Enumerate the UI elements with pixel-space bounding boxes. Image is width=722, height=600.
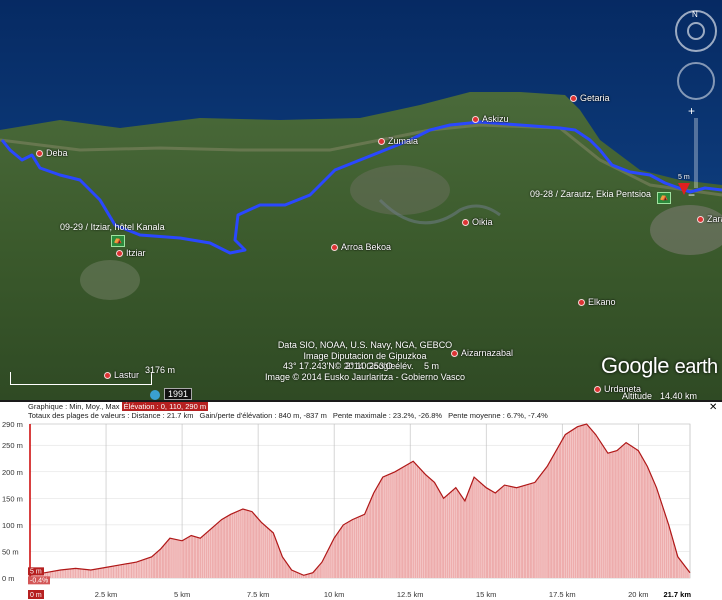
clock-icon	[150, 389, 160, 400]
place-elkano[interactable]: Elkano	[578, 297, 616, 307]
map-view[interactable]: Deba Zumaia Askizu Getaria Oikia Arroa B…	[0, 0, 722, 400]
place-zumaia[interactable]: Zumaia	[378, 136, 418, 146]
y-tick-label: 50 m	[2, 547, 19, 556]
elevation-profile-panel[interactable]: 0 m 50 m 100 m 150 m 200 m 250 m 290 m 2.5 km 5 …	[0, 402, 722, 600]
x-tick-label: 15 km	[476, 590, 496, 599]
profile-header: Graphique : Min, Moy., Max Élévation : 0…	[28, 402, 548, 420]
look-joystick-icon[interactable]	[687, 22, 705, 40]
place-getaria[interactable]: Getaria	[570, 93, 610, 103]
google-earth-logo: Google earth	[601, 353, 718, 378]
zoom-in-icon[interactable]: +	[688, 104, 695, 118]
scale-label: 3176 m	[145, 365, 176, 375]
scale-bar	[10, 372, 152, 385]
close-profile-button[interactable]: ✕	[709, 402, 717, 413]
x-tick-label: 2.5 km	[95, 590, 118, 599]
attribution-line: Image © 2014 Eusko Jaurlaritza - Gobiern…	[264, 371, 466, 382]
place-oikia[interactable]: Oikia	[462, 217, 493, 227]
y-tick-label: 100 m	[2, 521, 23, 530]
x-tick-label: 10 km	[324, 590, 344, 599]
y-tick-label: 290 m	[2, 420, 23, 429]
longitude: 2° 10.253'O élév.	[345, 361, 414, 371]
y-tick-label: 250 m	[2, 441, 23, 450]
y-tick-label: 200 m	[2, 468, 23, 477]
y-tick-label: 0 m	[2, 574, 15, 583]
latitude: 43° 17.243'N	[282, 361, 335, 371]
compass-ring[interactable]: N	[675, 10, 717, 52]
hiker-icon[interactable]: ⛺	[654, 189, 671, 207]
start-slope-badge: -0.4%	[30, 577, 48, 584]
place-askizu[interactable]: Askizu	[472, 114, 509, 124]
elevation-chart[interactable]: 0 m 50 m 100 m 150 m 200 m 250 m 290 m 2.5 km 5 …	[0, 402, 722, 600]
x-end-label: 21.7 km	[663, 590, 691, 599]
x-start-badge: 0 m	[30, 592, 42, 599]
x-tick-label: 5 km	[174, 590, 190, 599]
place-zara[interactable]: Zara	[697, 214, 722, 224]
place-arroa-bekoa[interactable]: Arroa Bekoa	[331, 242, 391, 252]
hiker-icon[interactable]: ⛺	[108, 232, 125, 250]
eye-altitude: Altitude 14.40 km	[622, 391, 698, 400]
waypoint-label: 09-29 / Itziar, hôtel Kanala	[60, 222, 165, 232]
waypoint-label: 09-28 / Zarautz, Ekia Pentsioa	[530, 189, 652, 199]
elevation-badge: Élévation : 0, 110, 290 m	[121, 402, 209, 411]
y-tick-label: 150 m	[2, 494, 23, 503]
move-joystick-icon[interactable]	[677, 62, 715, 100]
start-elevation-badge: 5 m	[30, 568, 42, 575]
navigation-controls[interactable]: N + −	[674, 8, 718, 202]
x-tick-label: 7.5 km	[247, 590, 270, 599]
x-tick-label: 20 km	[628, 590, 648, 599]
place-deba[interactable]: Deba	[36, 148, 68, 158]
waypoint-zarautz-pension[interactable]: 09-28 / Zarautz, Ekia Pentsioa	[530, 189, 651, 199]
x-tick-label: 12.5 km	[397, 590, 424, 599]
x-tick-label: 17.5 km	[549, 590, 576, 599]
elevation: 5 m	[424, 361, 440, 371]
zoom-out-icon[interactable]: −	[688, 188, 695, 202]
attribution-line: Image Diputacion de Gipuzkoa	[303, 350, 427, 361]
historical-imagery-year[interactable]: 1991	[150, 388, 193, 400]
zoom-slider[interactable]: + −	[688, 104, 698, 202]
waypoint-itziar-hotel[interactable]: 09-29 / Itziar, hôtel Kanala	[60, 222, 165, 232]
attribution-line: Data SIO, NOAA, U.S. Navy, NGA, GEBCO	[277, 340, 453, 350]
